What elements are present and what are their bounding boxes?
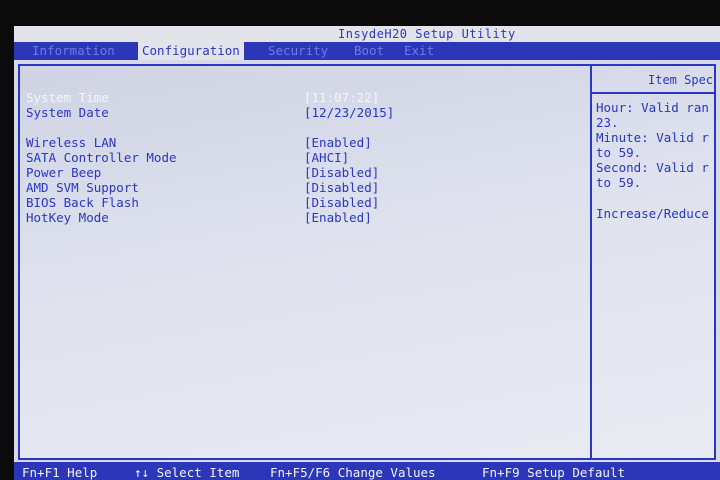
setting-label: Wireless LAN [26, 135, 117, 150]
tab-exit[interactable]: Exit [400, 42, 438, 60]
fn-f5-f6-key: Fn+F5/F6 [270, 465, 331, 480]
help-text-line: Minute: Valid r [596, 130, 709, 145]
setting-value-wireless-lan[interactable]: [Enabled] [304, 135, 372, 150]
title-bar: InsydeH20 Setup Utility [14, 26, 720, 42]
help-text-line: to 59. [596, 175, 642, 190]
settings-panel: System Time [11:07:22] System Date [12/2… [18, 64, 716, 460]
setting-label: BIOS Back Flash [26, 195, 139, 210]
setting-value-system-time[interactable]: [11:07:22] [304, 90, 379, 105]
setting-value-amd-svm-support[interactable]: [Disabled] [304, 180, 379, 195]
setting-value-power-beep[interactable]: [Disabled] [304, 165, 379, 180]
tab-configuration[interactable]: Configuration [138, 42, 244, 60]
setting-value-bios-back-flash[interactable]: [Disabled] [304, 195, 379, 210]
setting-row-sata-controller-mode[interactable]: SATA Controller Mode [26, 150, 177, 165]
setting-row-power-beep[interactable]: Power Beep [26, 165, 101, 180]
footer-help-hint: Fn+F1 Help [22, 464, 97, 480]
setting-label: HotKey Mode [26, 210, 109, 225]
footer-desc: Help [67, 465, 98, 480]
setting-label: AMD SVM Support [26, 180, 139, 195]
setting-label: System Time [26, 90, 109, 105]
fn-f9-key: Fn+F9 [482, 465, 520, 480]
footer-select-hint: ↑↓ Select Item [134, 464, 239, 480]
setting-label: System Date [26, 105, 109, 120]
menu-bar: Information Configuration Security Boot … [14, 42, 720, 60]
key-help-bar: Fn+F1 Help ↑↓ Select Item Fn+F5/F6 Chang… [14, 462, 720, 480]
setting-row-amd-svm-support[interactable]: AMD SVM Support [26, 180, 139, 195]
help-panel-divider [590, 66, 592, 458]
footer-desc: Select Item [156, 465, 240, 480]
footer-desc: Setup Default [527, 465, 626, 480]
item-specific-help-heading: Item Speci [592, 66, 716, 94]
setting-value-system-date[interactable]: [12/23/2015] [304, 105, 394, 120]
help-text-line: Second: Valid r [596, 160, 709, 175]
monitor-screen: InsydeH20 Setup Utility Information Conf… [0, 0, 720, 480]
setting-value-hotkey-mode[interactable]: [Enabled] [304, 210, 372, 225]
help-text-line: Hour: Valid ran [596, 100, 709, 115]
setting-value-sata-controller-mode[interactable]: [AHCI] [304, 150, 349, 165]
setting-label: Power Beep [26, 165, 102, 180]
arrow-keys-icon: ↑↓ [134, 465, 150, 480]
help-text-line: to 59. [596, 145, 642, 160]
setting-row-system-time[interactable]: System Time [26, 90, 109, 105]
setting-row-system-date[interactable]: System Date [26, 105, 109, 120]
bios-setup-window: InsydeH20 Setup Utility Information Conf… [14, 26, 720, 480]
setting-row-bios-back-flash[interactable]: BIOS Back Flash [26, 195, 139, 210]
footer-setup-default-hint: Fn+F9 Setup Default [482, 464, 625, 480]
tab-information[interactable]: Information [28, 42, 119, 60]
help-text-line: Increase/Reduce [596, 206, 709, 221]
footer-change-values-hint: Fn+F5/F6 Change Values [270, 464, 436, 480]
setting-row-hotkey-mode[interactable]: HotKey Mode [26, 210, 109, 225]
setup-utility-title: InsydeH20 Setup Utility [338, 27, 516, 41]
tab-boot[interactable]: Boot [350, 42, 388, 60]
tab-security[interactable]: Security [264, 42, 332, 60]
fn-f1-key: Fn+F1 [22, 465, 60, 480]
setting-row-wireless-lan[interactable]: Wireless LAN [26, 135, 116, 150]
help-text-line: 23. [596, 115, 619, 130]
setting-label: SATA Controller Mode [26, 150, 177, 165]
footer-desc: Change Values [337, 465, 436, 480]
